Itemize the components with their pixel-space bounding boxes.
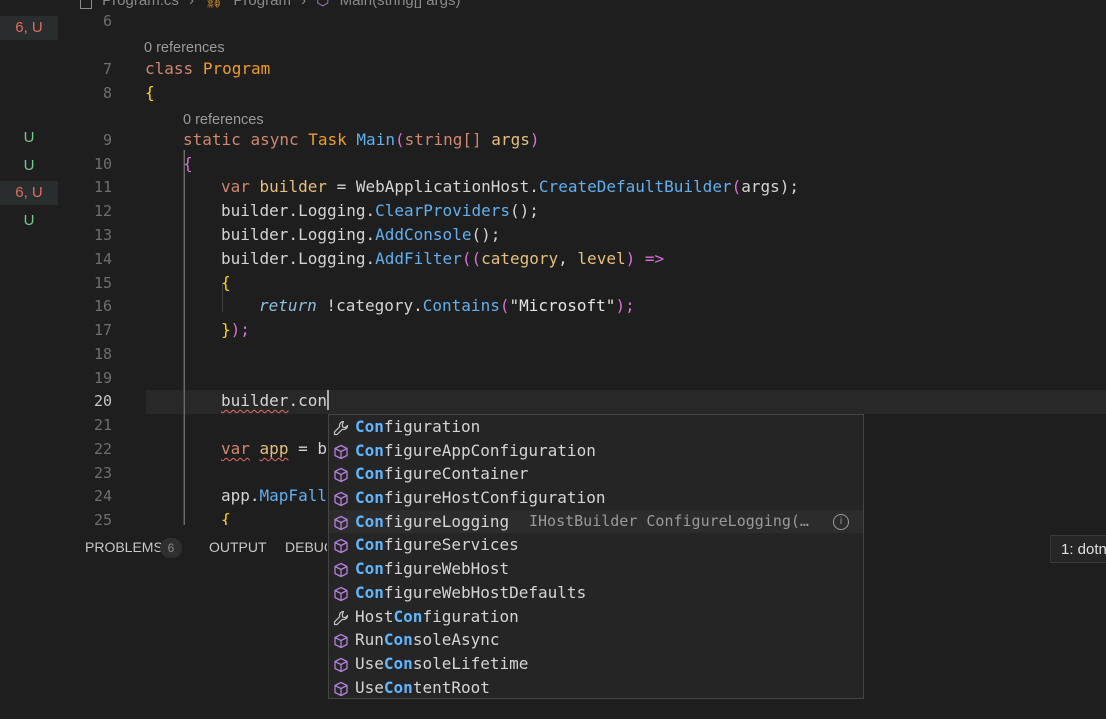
code-line: builder.Logging.ClearProviders(); [221, 201, 539, 220]
terminal-select[interactable]: 1: dotnet [1050, 535, 1106, 563]
suggest-item[interactable]: UseConsoleLifetime [329, 652, 863, 676]
scm-status-badge: U [23, 157, 35, 174]
code-line: return !category.Contains("Microsoft"); [259, 296, 635, 315]
method-icon [333, 632, 349, 649]
suggest-widget[interactable]: Configuration ConfigureAppConfiguration Co… [328, 414, 864, 699]
suggest-item-label: ConfigureLogging [355, 511, 510, 531]
line-number: 11 [93, 178, 112, 196]
suggest-item[interactable]: ConfigureWebHost [329, 557, 863, 581]
code-line: }); [221, 320, 250, 339]
method-icon [333, 585, 349, 601]
line-number: 16 [93, 297, 112, 315]
info-icon[interactable]: i [833, 513, 849, 530]
method-icon [333, 443, 349, 459]
code-line: var app = b [221, 439, 327, 458]
suggest-item[interactable]: RunConsoleAsync [329, 628, 863, 652]
code-line: class Program [145, 59, 271, 78]
line-number: 15 [93, 274, 112, 292]
scm-status-badge: U [23, 129, 35, 146]
suggest-item[interactable]: ConfigureLogging IHostBuilder ConfigureLo… [329, 509, 863, 534]
suggest-item[interactable]: UseContentRoot [329, 676, 863, 700]
code-line: { [145, 83, 155, 102]
scm-status-badge: 6, U [0, 16, 58, 40]
line-number: 18 [93, 345, 112, 363]
tab-output[interactable]: OUTPUT [209, 539, 267, 555]
line-number: 21 [93, 416, 112, 434]
method-icon [333, 680, 349, 696]
code-line: { [221, 510, 231, 525]
line-number: 8 [102, 84, 112, 102]
line-number: 14 [93, 250, 112, 268]
problems-count-badge: 6 [160, 538, 182, 558]
line-number: 22 [93, 440, 112, 458]
suggest-item[interactable]: HostConfiguration [329, 605, 863, 629]
suggest-item-label: ConfigureContainer [355, 464, 529, 484]
line-number: 19 [93, 369, 112, 387]
suggest-item-label: UseConsoleLifetime [355, 653, 529, 673]
line-number: 12 [93, 202, 112, 220]
codelens-references[interactable]: 0 references [144, 37, 225, 59]
code-line: builder.Logging.AddConsole(); [221, 225, 501, 244]
line-number: 7 [102, 60, 112, 78]
suggest-item-label: RunConsoleAsync [355, 630, 500, 650]
code-line: { [221, 273, 231, 292]
suggest-item[interactable]: ConfigureAppConfiguration [329, 439, 863, 463]
suggest-item-label: Configuration [355, 417, 481, 436]
method-icon [333, 490, 349, 507]
suggest-item-detail: IHostBuilder ConfigureLogging(… [529, 511, 809, 530]
tab-debug-console[interactable]: DEBUG [285, 539, 327, 555]
suggest-item-label: ConfigureHostConfiguration [355, 488, 606, 508]
suggest-item-label: UseContentRoot [355, 677, 490, 697]
method-icon [333, 561, 349, 578]
suggest-item[interactable]: ConfigureContainer [329, 462, 863, 486]
suggest-item-label: ConfigureServices [355, 535, 519, 555]
scm-status-badge: U [23, 212, 35, 229]
line-number: 9 [102, 131, 112, 149]
suggest-item[interactable]: ConfigureWebHostDefaults [329, 581, 863, 605]
code-line: var builder = WebApplicationHost.CreateD… [221, 177, 800, 196]
line-number: 25 [93, 511, 112, 525]
property-wrench-icon [333, 419, 349, 436]
code-line-current[interactable]: builder.con [221, 389, 329, 413]
suggest-item-label: ConfigureAppConfiguration [355, 440, 596, 460]
property-wrench-icon [333, 609, 349, 625]
suggest-item[interactable]: ConfigureHostConfiguration [329, 486, 863, 510]
line-number: 24 [93, 487, 112, 505]
scm-status-badge: 6, U [0, 181, 58, 205]
code-line: static async Task Main(string[] args) [183, 130, 540, 149]
text-cursor [326, 390, 329, 410]
code-line: builder.Logging.AddFilter((category, lev… [221, 249, 665, 268]
suggest-item-label: HostConfiguration [355, 606, 519, 626]
line-number: 6 [102, 12, 112, 30]
line-number: 20 [93, 392, 112, 410]
method-icon [333, 656, 349, 673]
suggest-item-label: ConfigureWebHost [355, 559, 510, 579]
line-number: 17 [93, 321, 112, 339]
method-icon [333, 466, 349, 483]
line-number: 10 [93, 155, 112, 173]
tab-problems[interactable]: PROBLEMS [85, 539, 163, 555]
method-icon [333, 514, 349, 530]
suggest-item[interactable]: Configuration [329, 415, 863, 439]
suggest-item-label: ConfigureWebHostDefaults [355, 582, 587, 602]
code-line: { [183, 154, 193, 173]
suggest-item[interactable]: ConfigureServices [329, 533, 863, 557]
line-number: 23 [93, 464, 112, 482]
scm-decorations: 6, U U U 6, U U [0, 0, 58, 719]
code-line: app.MapFall [221, 486, 327, 505]
line-number: 13 [93, 226, 112, 244]
method-icon [333, 537, 349, 554]
